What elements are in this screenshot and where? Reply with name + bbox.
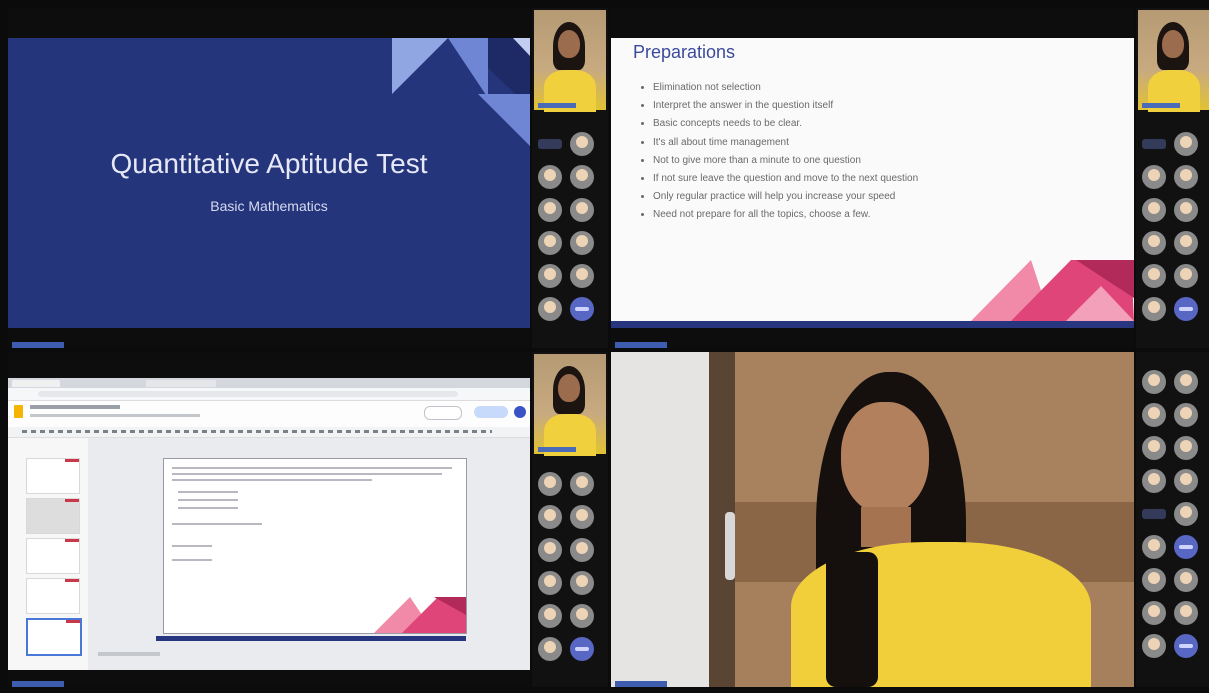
participant-avatar-icon[interactable] xyxy=(570,198,594,222)
participant-avatar-icon[interactable] xyxy=(570,571,594,595)
shared-screen-slide-editor[interactable] xyxy=(8,352,530,687)
editor-menu-bar xyxy=(8,401,530,427)
host-video-tile[interactable] xyxy=(534,10,606,112)
editor-toolbar xyxy=(8,427,530,438)
participant-avatar-icon[interactable] xyxy=(1174,264,1198,288)
participant-avatar-icon[interactable] xyxy=(538,264,562,288)
participant-avatar-icon[interactable] xyxy=(1142,198,1166,222)
slide-title: Quantitative Aptitude Test xyxy=(110,148,428,179)
participant-avatar-icon[interactable] xyxy=(570,538,594,562)
participant-avatar-icon[interactable] xyxy=(538,604,562,628)
participant-strip xyxy=(1136,8,1209,348)
participant-avatar-icon[interactable] xyxy=(570,231,594,255)
slide-thumbnail[interactable] xyxy=(26,498,80,534)
slide-thumbnail[interactable] xyxy=(26,458,80,494)
participant-avatar-icon[interactable] xyxy=(570,264,594,288)
slide-footer-bar xyxy=(611,321,1134,328)
participant-avatar-icon[interactable] xyxy=(1142,165,1166,189)
participant-avatar-icon[interactable] xyxy=(1142,601,1166,625)
participant-avatar-icon[interactable] xyxy=(1174,165,1198,189)
participant-avatar-icon[interactable] xyxy=(1174,198,1198,222)
participant-avatar-icon[interactable] xyxy=(570,165,594,189)
participant-avatar-icon[interactable] xyxy=(538,472,562,496)
slides-app-icon xyxy=(14,405,23,418)
current-slide[interactable] xyxy=(156,458,467,641)
participant-avatar-icon[interactable] xyxy=(1174,469,1198,493)
slide-thumbnail-panel xyxy=(8,438,88,670)
host-video-tile[interactable] xyxy=(534,354,606,456)
participant-avatar-icon[interactable] xyxy=(538,297,562,321)
participant-avatar-icon[interactable] xyxy=(1142,634,1166,658)
title-slide: Quantitative Aptitude Test Basic Mathema… xyxy=(8,38,530,328)
participant-avatar-icon[interactable] xyxy=(1174,436,1198,460)
presenter-name-tag xyxy=(12,342,64,348)
account-avatar-icon[interactable] xyxy=(514,406,526,418)
participant-avatar-icon[interactable] xyxy=(1174,502,1198,526)
participant-avatar-icon[interactable] xyxy=(538,198,562,222)
participant-avatar-icon[interactable] xyxy=(570,637,594,661)
camera-feed xyxy=(611,352,1134,687)
presenter-name-tag xyxy=(615,342,667,348)
participant-avatar-icon[interactable] xyxy=(538,165,562,189)
participant-avatar-icon[interactable] xyxy=(1142,370,1166,394)
shared-screen-preparations-slide[interactable]: Preparations Elimination not selection I… xyxy=(611,8,1134,348)
participant-avatar-icon[interactable] xyxy=(1142,436,1166,460)
participant-avatar-icon[interactable] xyxy=(1174,601,1198,625)
participant-avatar-icon[interactable] xyxy=(1142,231,1166,255)
slide-decoration-icon xyxy=(971,260,1134,321)
participant-avatar-icon[interactable] xyxy=(538,231,562,255)
participant-strip xyxy=(1136,352,1209,687)
participant-avatar-icon[interactable] xyxy=(538,571,562,595)
participant-avatar-icon[interactable] xyxy=(1142,535,1166,559)
present-button[interactable] xyxy=(424,406,462,420)
browser-window xyxy=(8,378,530,670)
participant-avatar-icon[interactable] xyxy=(570,604,594,628)
participant-avatar-icon[interactable] xyxy=(570,472,594,496)
participant-avatar-icon[interactable] xyxy=(1174,370,1198,394)
share-button[interactable] xyxy=(474,406,508,418)
participant-avatar-icon[interactable] xyxy=(1174,297,1198,321)
participant-avatar-icon[interactable] xyxy=(570,132,594,156)
preparations-slide: Preparations Elimination not selection I… xyxy=(611,38,1134,328)
slide-canvas xyxy=(88,438,530,670)
participant-avatar-icon[interactable] xyxy=(570,297,594,321)
participant-avatar-icon[interactable] xyxy=(1142,568,1166,592)
slide-thumbnail[interactable] xyxy=(26,538,80,574)
slide-thumbnail[interactable] xyxy=(26,578,80,614)
participant-avatar-icon[interactable] xyxy=(538,505,562,529)
participant-tile[interactable] xyxy=(1142,139,1166,149)
participant-avatar-icon[interactable] xyxy=(1142,297,1166,321)
slide-thumbnail[interactable] xyxy=(26,618,82,656)
participant-avatar-icon[interactable] xyxy=(1142,469,1166,493)
participant-avatar-icon[interactable] xyxy=(538,637,562,661)
participant-avatar-icon[interactable] xyxy=(1174,403,1198,427)
host-video-tile[interactable] xyxy=(1138,10,1209,112)
address-bar[interactable] xyxy=(8,388,530,401)
presenter-name-tag xyxy=(615,681,667,687)
slide-subtitle: Basic Mathematics xyxy=(210,198,328,214)
slide-footer-bar xyxy=(156,636,466,641)
participant-tile[interactable] xyxy=(538,139,562,149)
shared-screen-title-slide[interactable]: Quantitative Aptitude Test Basic Mathema… xyxy=(8,8,530,348)
slide-decoration-icon xyxy=(374,597,466,633)
participant-avatar-icon[interactable] xyxy=(570,505,594,529)
participant-avatar-icon[interactable] xyxy=(538,538,562,562)
participant-avatar-icon[interactable] xyxy=(1174,634,1198,658)
participant-avatar-icon[interactable] xyxy=(1142,264,1166,288)
participant-strip xyxy=(532,8,608,348)
presenter-name-tag xyxy=(12,681,64,687)
participant-avatar-icon[interactable] xyxy=(1174,535,1198,559)
participant-avatar-icon[interactable] xyxy=(1174,132,1198,156)
participant-avatar-icon[interactable] xyxy=(1174,568,1198,592)
slide-decoration-icon xyxy=(392,38,530,146)
participant-avatar-icon[interactable] xyxy=(1174,231,1198,255)
participant-strip xyxy=(532,352,608,687)
presenter-camera-feed[interactable] xyxy=(611,352,1134,687)
participant-tile[interactable] xyxy=(1142,509,1166,519)
participant-avatar-icon[interactable] xyxy=(1142,403,1166,427)
browser-tab-bar xyxy=(8,378,530,388)
